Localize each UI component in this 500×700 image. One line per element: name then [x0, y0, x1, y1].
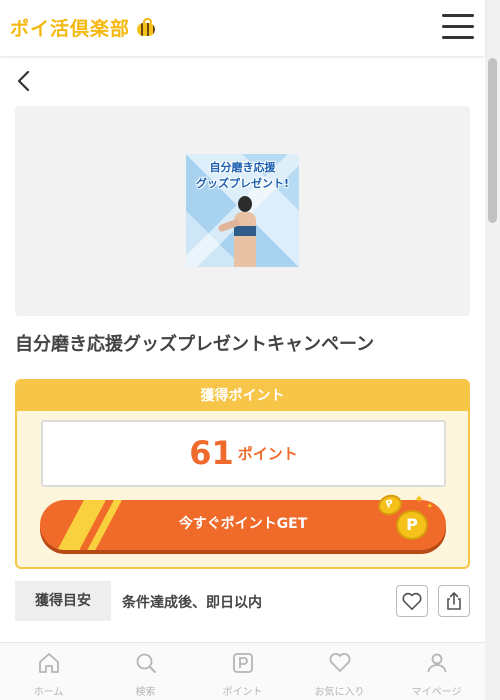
- heart-icon: [402, 592, 422, 610]
- points-unit: ポイント: [237, 445, 298, 463]
- nav-favorites[interactable]: お気に入り: [291, 643, 388, 700]
- heart-icon: [329, 653, 350, 672]
- campaign-title: 自分磨き応援グッズプレゼントキャンペーン: [15, 334, 375, 355]
- nav-home[interactable]: ホーム: [0, 643, 97, 700]
- nav-search[interactable]: 検索: [97, 643, 194, 700]
- nav-mypage[interactable]: マイページ: [388, 643, 485, 700]
- share-button[interactable]: [438, 585, 470, 617]
- coins-icon: P P ✦ ✦: [375, 490, 436, 545]
- banner-line-1: 自分磨き応援: [209, 161, 276, 174]
- scrollbar-thumb[interactable]: [488, 58, 497, 223]
- bee-icon: [134, 17, 158, 38]
- coin-large: P: [396, 510, 428, 540]
- nav-point-label: ポイント: [222, 687, 263, 698]
- nav-favorites-label: お気に入り: [314, 687, 365, 698]
- share-icon: [447, 592, 461, 610]
- estimate-value: 条件達成後、即日以内: [122, 595, 262, 611]
- banner-person-illustration: [217, 196, 264, 267]
- search-icon: [136, 653, 156, 673]
- user-icon: [427, 653, 446, 673]
- favorite-button[interactable]: [396, 585, 428, 617]
- hamburger-menu-icon[interactable]: [442, 14, 474, 40]
- nav-home-label: ホーム: [33, 687, 64, 698]
- logo-text: ポイ活倶楽部: [10, 18, 131, 40]
- home-icon: [38, 653, 59, 673]
- bottom-navigation: ホーム 検索 ポイント お気に入り マイページ: [0, 642, 485, 700]
- back-button[interactable]: [12, 68, 38, 94]
- banner-line-2: グッズプレゼント!: [195, 177, 290, 190]
- nav-mypage-label: マイページ: [411, 687, 462, 698]
- campaign-banner-image[interactable]: 自分磨き応援 グッズプレゼント!: [186, 154, 299, 267]
- nav-point[interactable]: ポイント: [194, 643, 291, 700]
- site-logo[interactable]: ポイ活倶楽部: [10, 14, 158, 41]
- points-header: 獲得ポイント: [17, 381, 468, 411]
- header: ポイ活倶楽部: [0, 0, 485, 56]
- chevron-left-icon: [17, 70, 30, 92]
- points-value: 61: [189, 434, 234, 472]
- nav-search-label: 検索: [135, 687, 156, 698]
- estimate-label: 獲得目安: [15, 581, 111, 621]
- point-icon: [232, 653, 253, 673]
- points-display: 61 ポイント: [41, 420, 446, 487]
